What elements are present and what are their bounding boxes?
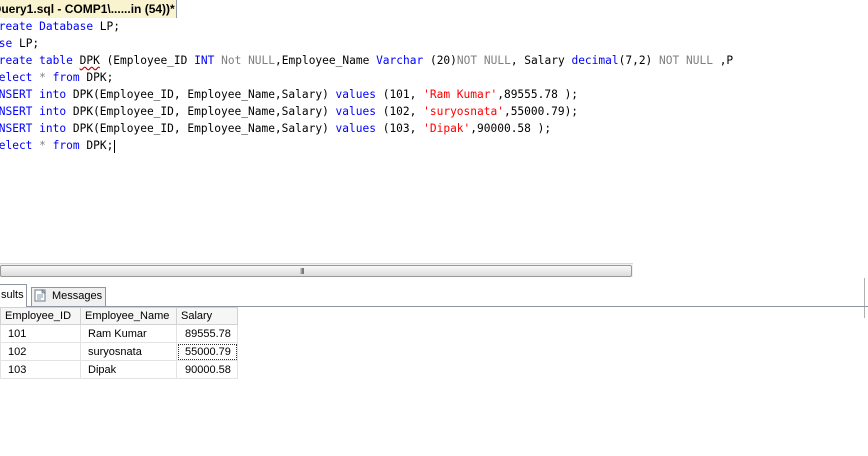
column-header-salary[interactable]: Salary <box>176 307 238 325</box>
cell-employee-name[interactable]: suryosnata <box>80 342 177 361</box>
document-tab-title: Query1.sql - COMP1\......in (54))* <box>0 2 175 16</box>
cell-salary-selected[interactable]: 55000.79 <box>176 342 238 361</box>
cell-employee-name[interactable]: Ram Kumar <box>80 324 177 343</box>
column-header-employee-name[interactable]: Employee_Name <box>80 307 177 325</box>
scrollbar-grip-icon: III <box>300 267 305 276</box>
cell-salary[interactable]: 90000.58 <box>176 360 238 379</box>
text-caret <box>114 139 116 153</box>
document-tab-strip: Query1.sql - COMP1\......in (54))* <box>0 0 868 19</box>
code-line-7: INSERT into DPK(Employee_ID, Employee_Na… <box>0 122 552 135</box>
code-line-1: Create Database LP; <box>0 20 121 33</box>
cell-employee-id[interactable]: 102 <box>0 342 81 361</box>
cell-employee-name[interactable]: Dipak <box>80 360 177 379</box>
scrollbar-thumb[interactable]: III <box>0 265 632 277</box>
table-row: 103 Dipak 90000.58 <box>0 360 238 379</box>
editor-horizontal-scrollbar[interactable]: III <box>0 263 633 277</box>
code-line-8: Select * from DPK; <box>0 139 116 153</box>
document-tab-query1[interactable]: Query1.sql - COMP1\......in (54))* <box>0 0 177 18</box>
sql-editor[interactable]: Create Database LP; Use LP; Create table… <box>0 18 868 262</box>
results-tab-strip: sults Messages <box>0 284 868 307</box>
tab-messages-label: Messages <box>52 290 103 302</box>
cell-employee-id[interactable]: 103 <box>0 360 81 379</box>
tab-results[interactable]: sults <box>0 284 27 307</box>
code-line-6: INSERT into DPK(Employee_ID, Employee_Na… <box>0 105 579 118</box>
tab-results-label: sults <box>1 289 24 301</box>
table-row: 101 Ram Kumar 89555.78 <box>0 324 238 343</box>
table-row: 102 suryosnata 55000.79 <box>0 342 238 361</box>
tab-messages[interactable]: Messages <box>31 287 106 306</box>
column-header-employee-id[interactable]: Employee_ID <box>0 307 81 325</box>
editor-bottom-area <box>633 263 868 277</box>
code-line-4: Select * from DPK; <box>0 71 114 84</box>
results-grid: Employee_ID Employee_Name Salary 101 Ram… <box>0 307 238 379</box>
messages-icon <box>34 288 46 302</box>
code-line-2: Use LP; <box>0 37 40 50</box>
code-line-3: Create table DPK (Employee_ID INT Not NU… <box>0 54 734 67</box>
cell-salary[interactable]: 89555.78 <box>176 324 238 343</box>
cell-employee-id[interactable]: 101 <box>0 324 81 343</box>
code-line-5: INSERT into DPK(Employee_ID, Employee_Na… <box>0 88 579 101</box>
grid-header-row: Employee_ID Employee_Name Salary <box>0 307 238 325</box>
